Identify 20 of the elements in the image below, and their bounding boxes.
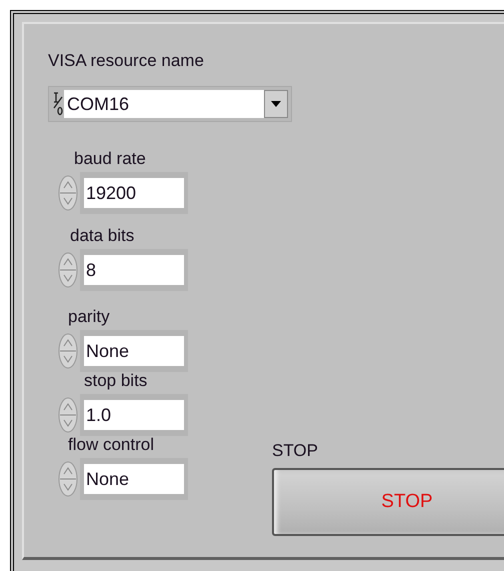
- field-label: stop bits: [84, 370, 148, 392]
- value-field[interactable]: 19200: [80, 172, 188, 214]
- value-field[interactable]: None: [80, 458, 188, 500]
- value-field[interactable]: 1.0: [80, 394, 188, 436]
- value-field[interactable]: 8: [80, 249, 188, 291]
- io-icon: [52, 91, 64, 117]
- spinner-icon[interactable]: [58, 461, 78, 497]
- stop-label: STOP: [272, 440, 319, 462]
- spinner-icon[interactable]: [58, 397, 78, 433]
- field-label: data bits: [70, 225, 136, 247]
- resource-dropdown[interactable]: COM16: [48, 86, 292, 122]
- resource-label: VISA resource name: [48, 50, 205, 72]
- field-label: parity: [68, 306, 111, 328]
- field-label: baud rate: [74, 148, 147, 170]
- field-label: flow control: [68, 434, 155, 456]
- spinner-icon[interactable]: [58, 175, 78, 211]
- spinner-icon[interactable]: [58, 333, 78, 369]
- caret-icon: [271, 101, 281, 107]
- spinner-icon[interactable]: [58, 252, 78, 288]
- value-field[interactable]: None: [80, 330, 188, 372]
